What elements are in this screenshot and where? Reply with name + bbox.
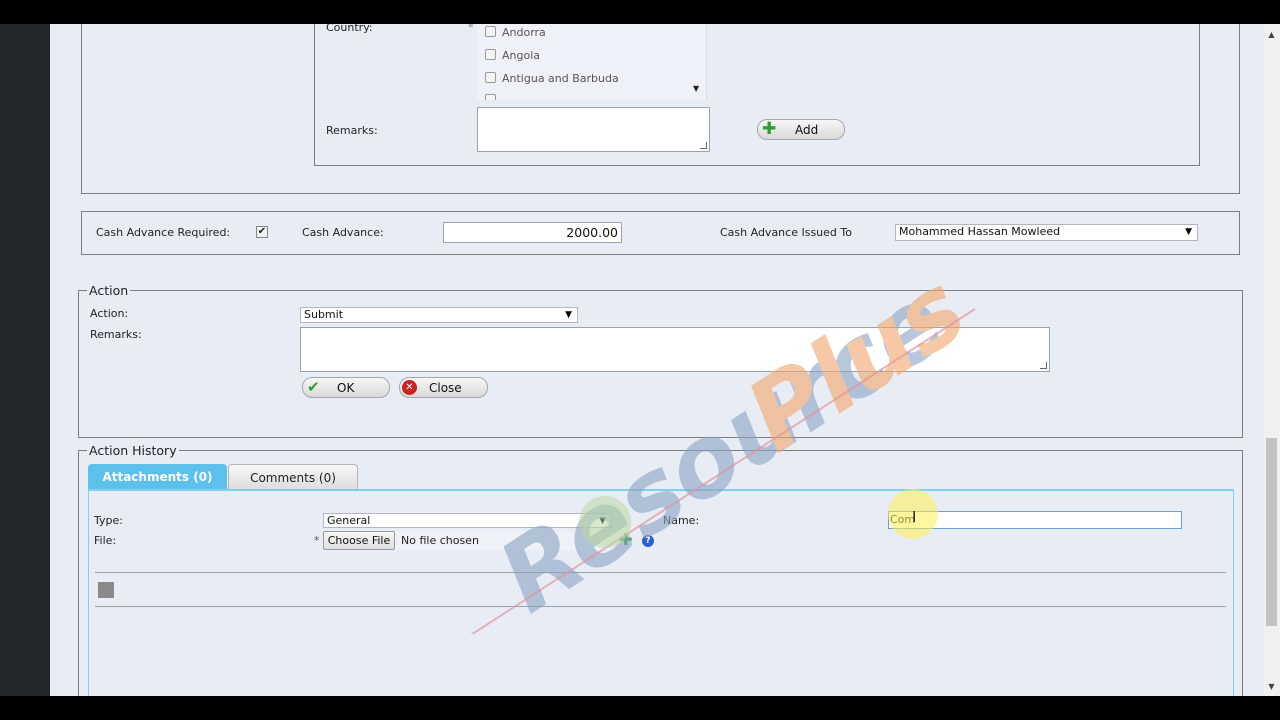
close-icon: ✕ (402, 380, 417, 395)
checkbox[interactable] (485, 71, 496, 83)
action-label: Action: (90, 307, 129, 320)
country-option-label: Andorra (502, 26, 546, 39)
action-legend: Action (87, 283, 131, 298)
page-scrollbar[interactable]: ▲ ▼ (1263, 24, 1280, 696)
ok-button[interactable]: ✔ OK (302, 377, 390, 398)
country-option-label: Antigua and Barbuda (502, 72, 619, 85)
country-label: Country: (326, 24, 373, 34)
bottom-black-bar (0, 696, 1280, 720)
action-select-value: Submit (304, 308, 344, 321)
scroll-up-icon[interactable]: ▲ (1263, 30, 1280, 40)
tab-comments[interactable]: Comments (0) (228, 464, 358, 490)
type-select-value: General (327, 514, 371, 527)
country-checklist[interactable]: Andorra Angola Antigua and Barbuda ▼ (477, 24, 707, 100)
tab-attachments[interactable]: Attachments (0) (88, 464, 227, 490)
type-label: Type: (94, 514, 123, 527)
resize-grip-icon[interactable] (1040, 362, 1047, 369)
scroll-down-icon[interactable]: ▼ (1263, 682, 1280, 692)
plus-icon: ✚ (762, 119, 777, 139)
add-button[interactable]: ✚ Add (757, 119, 845, 140)
country-option-antigua[interactable]: Antigua and Barbuda (485, 71, 619, 85)
chevron-down-icon: ▼ (1185, 227, 1192, 237)
country-section-box (314, 24, 1200, 166)
choose-file-button[interactable]: Choose File (323, 531, 395, 550)
remarks-label: Remarks: (326, 124, 378, 137)
divider (95, 606, 1226, 607)
add-button-label: Add (795, 123, 819, 137)
resize-grip-icon[interactable] (700, 142, 707, 149)
cash-advance-required-checkbox[interactable]: ✔ (256, 226, 268, 238)
divider (95, 572, 1226, 573)
cash-advance-amount-input[interactable]: 2000.00 (443, 222, 622, 243)
close-button-label: Close (429, 381, 462, 395)
file-required-mark: * (314, 534, 320, 547)
checkbox[interactable] (485, 25, 496, 37)
action-remarks-textarea[interactable] (300, 327, 1050, 372)
action-select[interactable]: Submit ▼ (300, 307, 578, 323)
no-file-chosen-text: No file chosen (401, 534, 479, 547)
action-history-legend: Action History (87, 443, 179, 458)
action-remarks-label: Remarks: (90, 328, 142, 341)
issued-to-value: Mohammed Hassan Mowleed (899, 225, 1061, 238)
top-black-bar (0, 0, 1280, 24)
file-picker[interactable]: Choose File No file chosen (323, 531, 617, 550)
country-option-partial[interactable] (485, 94, 502, 100)
country-remarks-textarea[interactable] (477, 107, 710, 152)
checkmark-icon: ✔ (307, 378, 320, 396)
close-button[interactable]: ✕ Close (399, 377, 488, 398)
cash-advance-required-label: Cash Advance Required: (96, 226, 231, 239)
country-option-andorra[interactable]: Andorra (485, 25, 546, 39)
select-all-checkbox[interactable] (98, 582, 114, 598)
country-option-angola[interactable]: Angola (485, 48, 541, 62)
cash-advance-issued-to-select[interactable]: Mohammed Hassan Mowleed ▼ (895, 224, 1198, 241)
country-option-label: Angola (502, 49, 541, 62)
country-required-mark: * (468, 24, 474, 34)
text-cursor-icon: I (912, 508, 917, 526)
name-label: Name: (663, 514, 700, 527)
list-scroll-down-icon[interactable]: ▼ (693, 84, 699, 93)
chevron-down-icon: ▼ (599, 516, 606, 526)
type-select[interactable]: General ▼ (323, 513, 612, 528)
checkbox[interactable] (485, 48, 496, 60)
cash-advance-issued-to-label: Cash Advance Issued To (720, 226, 852, 239)
add-file-plus-icon[interactable]: ✚ (619, 532, 632, 548)
chevron-down-icon: ▼ (565, 310, 572, 320)
file-label: File: (94, 534, 117, 547)
left-dark-margin (0, 24, 50, 696)
cash-advance-label: Cash Advance: (302, 226, 384, 239)
ok-button-label: OK (337, 381, 355, 395)
help-icon[interactable]: ? (642, 535, 654, 547)
checkbox[interactable] (485, 94, 496, 100)
scrollbar-thumb[interactable] (1266, 438, 1277, 626)
page-content: Country: * Andorra Angola Antigua and Ba… (50, 24, 1263, 696)
